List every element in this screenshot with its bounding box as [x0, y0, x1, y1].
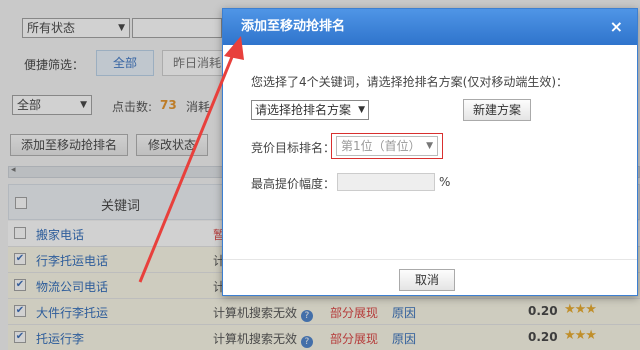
add-to-mobile-rank-dialog: 添加至移动抢排名 × 您选择了4个关键词，请选择抢排名方案(仅对移动端生效)： … [222, 8, 638, 296]
target-rank-value: 第1位（首位） [341, 139, 421, 153]
cancel-button[interactable]: 取消 [399, 269, 455, 291]
max-bid-label: 最高提价幅度： [251, 177, 336, 191]
close-icon[interactable]: × [610, 9, 623, 45]
plan-select-value: 请选择抢排名方案 [255, 103, 352, 117]
target-rank-label: 竞价目标排名： [251, 141, 336, 155]
new-plan-button[interactable]: 新建方案 [463, 99, 531, 121]
target-rank-select[interactable]: 第1位（首位） ▼ [336, 136, 438, 156]
chevron-down-icon: ▼ [358, 105, 365, 115]
dialog-header: 添加至移动抢排名 × [223, 9, 637, 45]
dialog-footer-divider [223, 259, 637, 260]
plan-select[interactable]: 请选择抢排名方案 ▼ [251, 100, 369, 120]
percent-sign: % [439, 175, 451, 189]
dialog-title: 添加至移动抢排名 [241, 19, 346, 34]
chevron-down-icon: ▼ [426, 141, 433, 151]
max-bid-input[interactable] [337, 173, 435, 191]
dialog-description: 您选择了4个关键词，请选择抢排名方案(仅对移动端生效)： [251, 75, 569, 89]
